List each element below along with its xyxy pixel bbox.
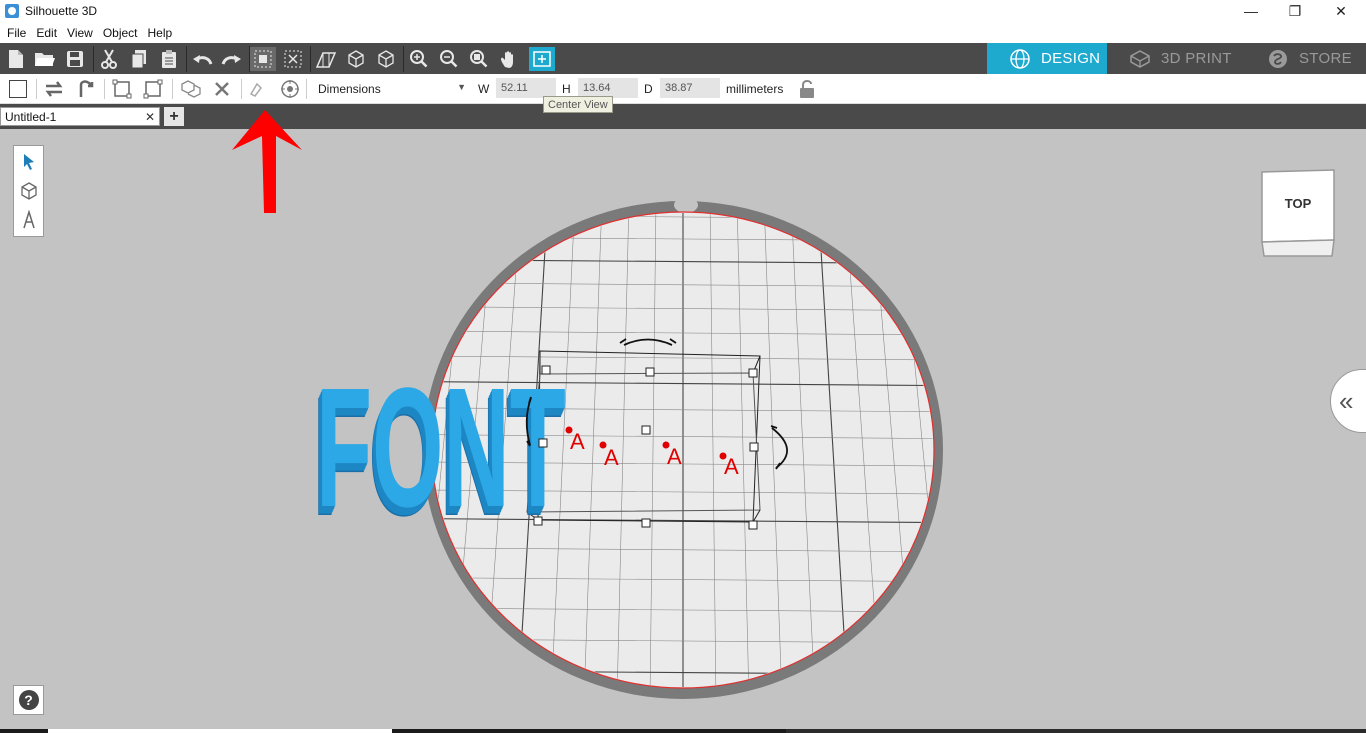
select-tool-icon[interactable]: [16, 148, 42, 176]
left-tool-palette: [13, 145, 44, 237]
view-cube-top-label: TOP: [1285, 196, 1312, 211]
scene-view[interactable]: FONT FONTFONTFONTFONTFONTFONT A A A A: [0, 0, 1366, 733]
double-chevron-left-icon: «: [1339, 385, 1354, 416]
help-icon: ?: [18, 690, 39, 710]
handle-center: [641, 425, 651, 435]
print-bed-notch: [674, 197, 698, 213]
taskbar-strip: [0, 729, 1366, 733]
handle-br: [748, 520, 758, 530]
font-3d-text[interactable]: FONT FONTFONTFONTFONTFONTFONT: [312, 352, 566, 551]
grid-line: [1061, 200, 1145, 700]
help-button[interactable]: ?: [13, 685, 44, 715]
marker-label-4: A: [724, 454, 739, 479]
text-tool-icon[interactable]: [16, 206, 42, 234]
handle-mr: [749, 442, 759, 452]
handle-tr: [748, 368, 758, 378]
grid-line: [221, 200, 305, 700]
handle-tm: [645, 367, 655, 377]
marker-label-3: A: [667, 444, 682, 469]
shape-tool-icon[interactable]: [16, 177, 42, 205]
marker-label-1: A: [570, 429, 585, 454]
marker-label-2: A: [604, 445, 619, 470]
font-text-face: FONT: [316, 352, 566, 542]
handle-tl: [541, 365, 551, 375]
view-cube[interactable]: TOP: [1258, 168, 1338, 258]
handle-ml: [538, 438, 548, 448]
grid-line: [1007, 200, 1079, 700]
handle-bl: [533, 516, 543, 526]
annotation-arrow: [232, 110, 302, 213]
grid-line: [1034, 200, 1112, 700]
grid-line: [953, 200, 1013, 700]
handle-bm: [641, 518, 651, 528]
grid-line: [980, 200, 1046, 700]
